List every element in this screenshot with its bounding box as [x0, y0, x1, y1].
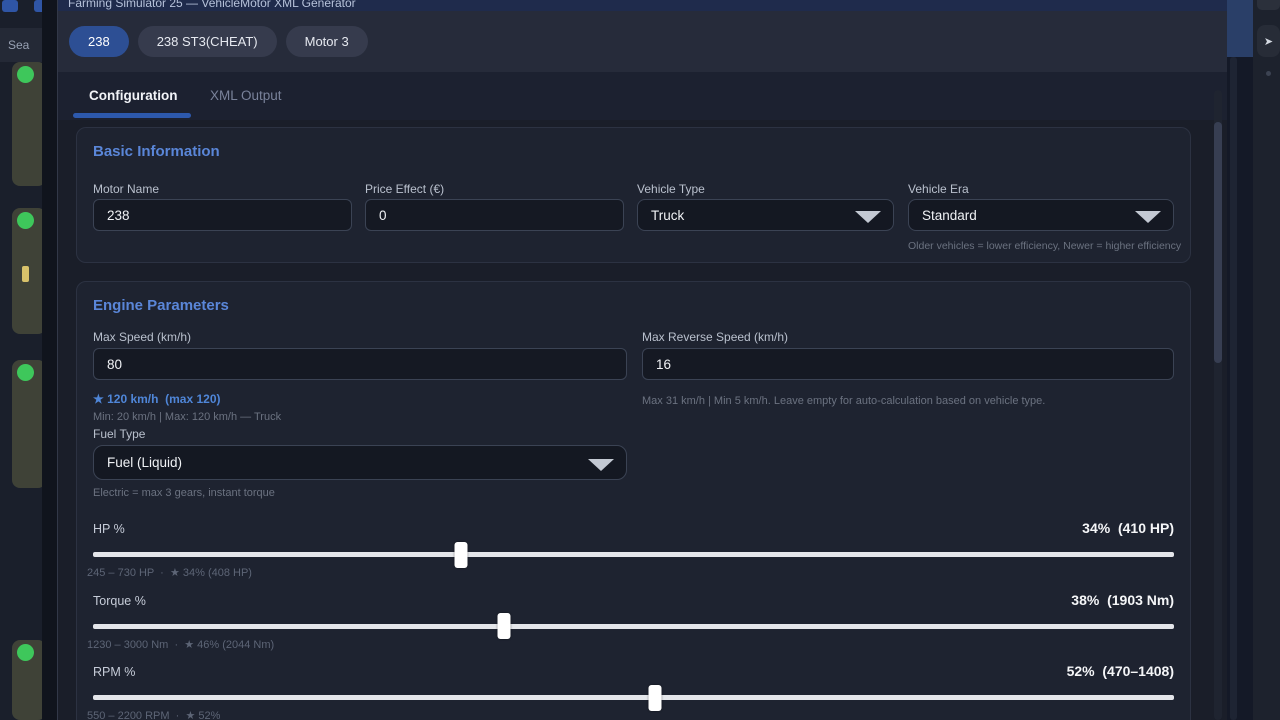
search-label: Sea — [8, 38, 29, 52]
vehicle-era-value: Standard — [922, 208, 977, 223]
section-heading: Engine Parameters — [93, 297, 229, 314]
vehicle-era-label: Vehicle Era — [908, 182, 969, 196]
slider-label: RPM % — [93, 665, 135, 679]
vehicle-type-label: Vehicle Type — [637, 182, 705, 196]
price-effect-input[interactable] — [365, 199, 624, 231]
vehiclemotor-generator-modal: Farming Simulator 25 — VehicleMotor XML … — [57, 0, 1227, 720]
slider-note: 550 – 2200 RPM · ★ 52% — [87, 709, 220, 720]
status-dot-icon — [17, 66, 34, 83]
background-chip — [2, 0, 18, 12]
slider-row: HP % 34% (410 HP) 245 – 730 HP · ★ 34% (… — [93, 522, 1174, 594]
background-list-item[interactable] — [12, 640, 46, 720]
slider-note: 245 – 730 HP · ★ 34% (408 HP) — [87, 566, 252, 579]
motor-name-input[interactable] — [93, 199, 352, 231]
sliders: HP % 34% (410 HP) 245 – 730 HP · ★ 34% (… — [93, 522, 1174, 720]
slider-value: 38% (1903 Nm) — [1071, 592, 1174, 608]
slider-thumb[interactable] — [454, 542, 467, 568]
max-speed-recommended-note: ★ 120 km/h (max 120) — [93, 392, 221, 406]
tab-xml-output[interactable]: XML Output — [210, 88, 282, 103]
chevron-down-icon — [1135, 211, 1161, 223]
modal-title: Farming Simulator 25 — VehicleMotor XML … — [68, 0, 1227, 10]
indicator-dot-icon — [1266, 71, 1271, 76]
tool-icon — [22, 266, 29, 282]
vehicle-era-select[interactable]: Standard — [908, 199, 1174, 231]
engine-parameters-section: Engine Parameters Max Speed (km/h) Max R… — [76, 281, 1191, 720]
modal-titlebar: Farming Simulator 25 — VehicleMotor XML … — [58, 0, 1227, 11]
background-list-item[interactable] — [12, 208, 46, 334]
page-scrollbar-thumb[interactable] — [1227, 0, 1253, 57]
motor-tab-motor-3[interactable]: Motor 3 — [286, 26, 368, 57]
slider-value: 34% (410 HP) — [1082, 520, 1174, 536]
paper-plane-icon: ➤ — [1264, 35, 1273, 48]
configuration-panel: Basic Information Motor Name Price Effec… — [58, 120, 1227, 720]
motor-tab-label: Motor 3 — [305, 34, 349, 49]
status-dot-icon — [17, 644, 34, 661]
slider-track[interactable] — [93, 552, 1174, 557]
modal-shadow — [42, 0, 57, 720]
page-scrollbar-track — [1230, 57, 1237, 720]
chevron-down-icon — [855, 211, 881, 223]
motor-tab-label: 238 — [88, 34, 110, 49]
max-reverse-speed-hint: Max 31 km/h | Min 5 km/h. Leave empty fo… — [642, 395, 1045, 407]
max-reverse-speed-input[interactable] — [642, 348, 1174, 380]
slider-row: RPM % 52% (470–1408) 550 – 2200 RPM · ★ … — [93, 665, 1174, 720]
background-list-item[interactable] — [12, 360, 46, 488]
status-dot-icon — [17, 212, 34, 229]
background-top-button[interactable] — [1257, 0, 1280, 10]
slider-track[interactable] — [93, 624, 1174, 629]
status-dot-icon — [17, 364, 34, 381]
motor-tab-238-st3-cheat[interactable]: 238 ST3(CHEAT) — [138, 26, 277, 57]
fuel-type-value: Fuel (Liquid) — [107, 455, 182, 470]
slider-label: Torque % — [93, 594, 146, 608]
slider-track[interactable] — [93, 695, 1174, 700]
view-tab-bar: Configuration XML Output — [58, 72, 1227, 120]
max-speed-input[interactable] — [93, 348, 627, 380]
fuel-type-select[interactable]: Fuel (Liquid) — [93, 445, 627, 480]
vehicle-era-hint: Older vehicles = lower efficiency, Newer… — [908, 240, 1181, 252]
max-reverse-speed-label: Max Reverse Speed (km/h) — [642, 330, 788, 344]
background-right-panel: ➤ — [1253, 0, 1280, 720]
chevron-down-icon — [588, 459, 614, 471]
price-effect-label: Price Effect (€) — [365, 182, 444, 196]
vehicle-type-value: Truck — [651, 208, 684, 223]
motor-tab-238[interactable]: 238 — [69, 26, 129, 57]
fuel-type-label: Fuel Type — [93, 427, 145, 441]
motor-tab-bar: 238 238 ST3(CHEAT) Motor 3 — [58, 11, 1227, 72]
active-tab-underline — [73, 113, 191, 118]
motor-tab-label: 238 ST3(CHEAT) — [157, 34, 258, 49]
basic-information-section: Basic Information Motor Name Price Effec… — [76, 127, 1191, 263]
page-scrollbar[interactable] — [1227, 0, 1253, 720]
fuel-type-hint: Electric = max 3 gears, instant torque — [93, 487, 275, 499]
slider-value: 52% (470–1408) — [1067, 663, 1174, 679]
section-heading: Basic Information — [93, 143, 220, 160]
slider-note: 1230 – 3000 Nm · ★ 46% (2044 Nm) — [87, 638, 274, 651]
modal-scrollbar-thumb[interactable] — [1214, 122, 1222, 363]
slider-label: HP % — [93, 522, 125, 536]
slider-thumb[interactable] — [497, 613, 510, 639]
max-speed-range-hint: Min: 20 km/h | Max: 120 km/h — Truck — [93, 411, 281, 423]
background-list-item[interactable] — [12, 62, 46, 186]
slider-thumb[interactable] — [649, 685, 662, 711]
slider-row: Torque % 38% (1903 Nm) 1230 – 3000 Nm · … — [93, 594, 1174, 666]
send-button[interactable]: ➤ — [1257, 25, 1280, 57]
motor-name-label: Motor Name — [93, 182, 159, 196]
tab-configuration[interactable]: Configuration — [89, 88, 177, 103]
vehicle-type-select[interactable]: Truck — [637, 199, 894, 231]
desktop-background: Sea ➤ Farming Simulator 25 — VehicleMot — [0, 0, 1280, 720]
max-speed-label: Max Speed (km/h) — [93, 330, 191, 344]
